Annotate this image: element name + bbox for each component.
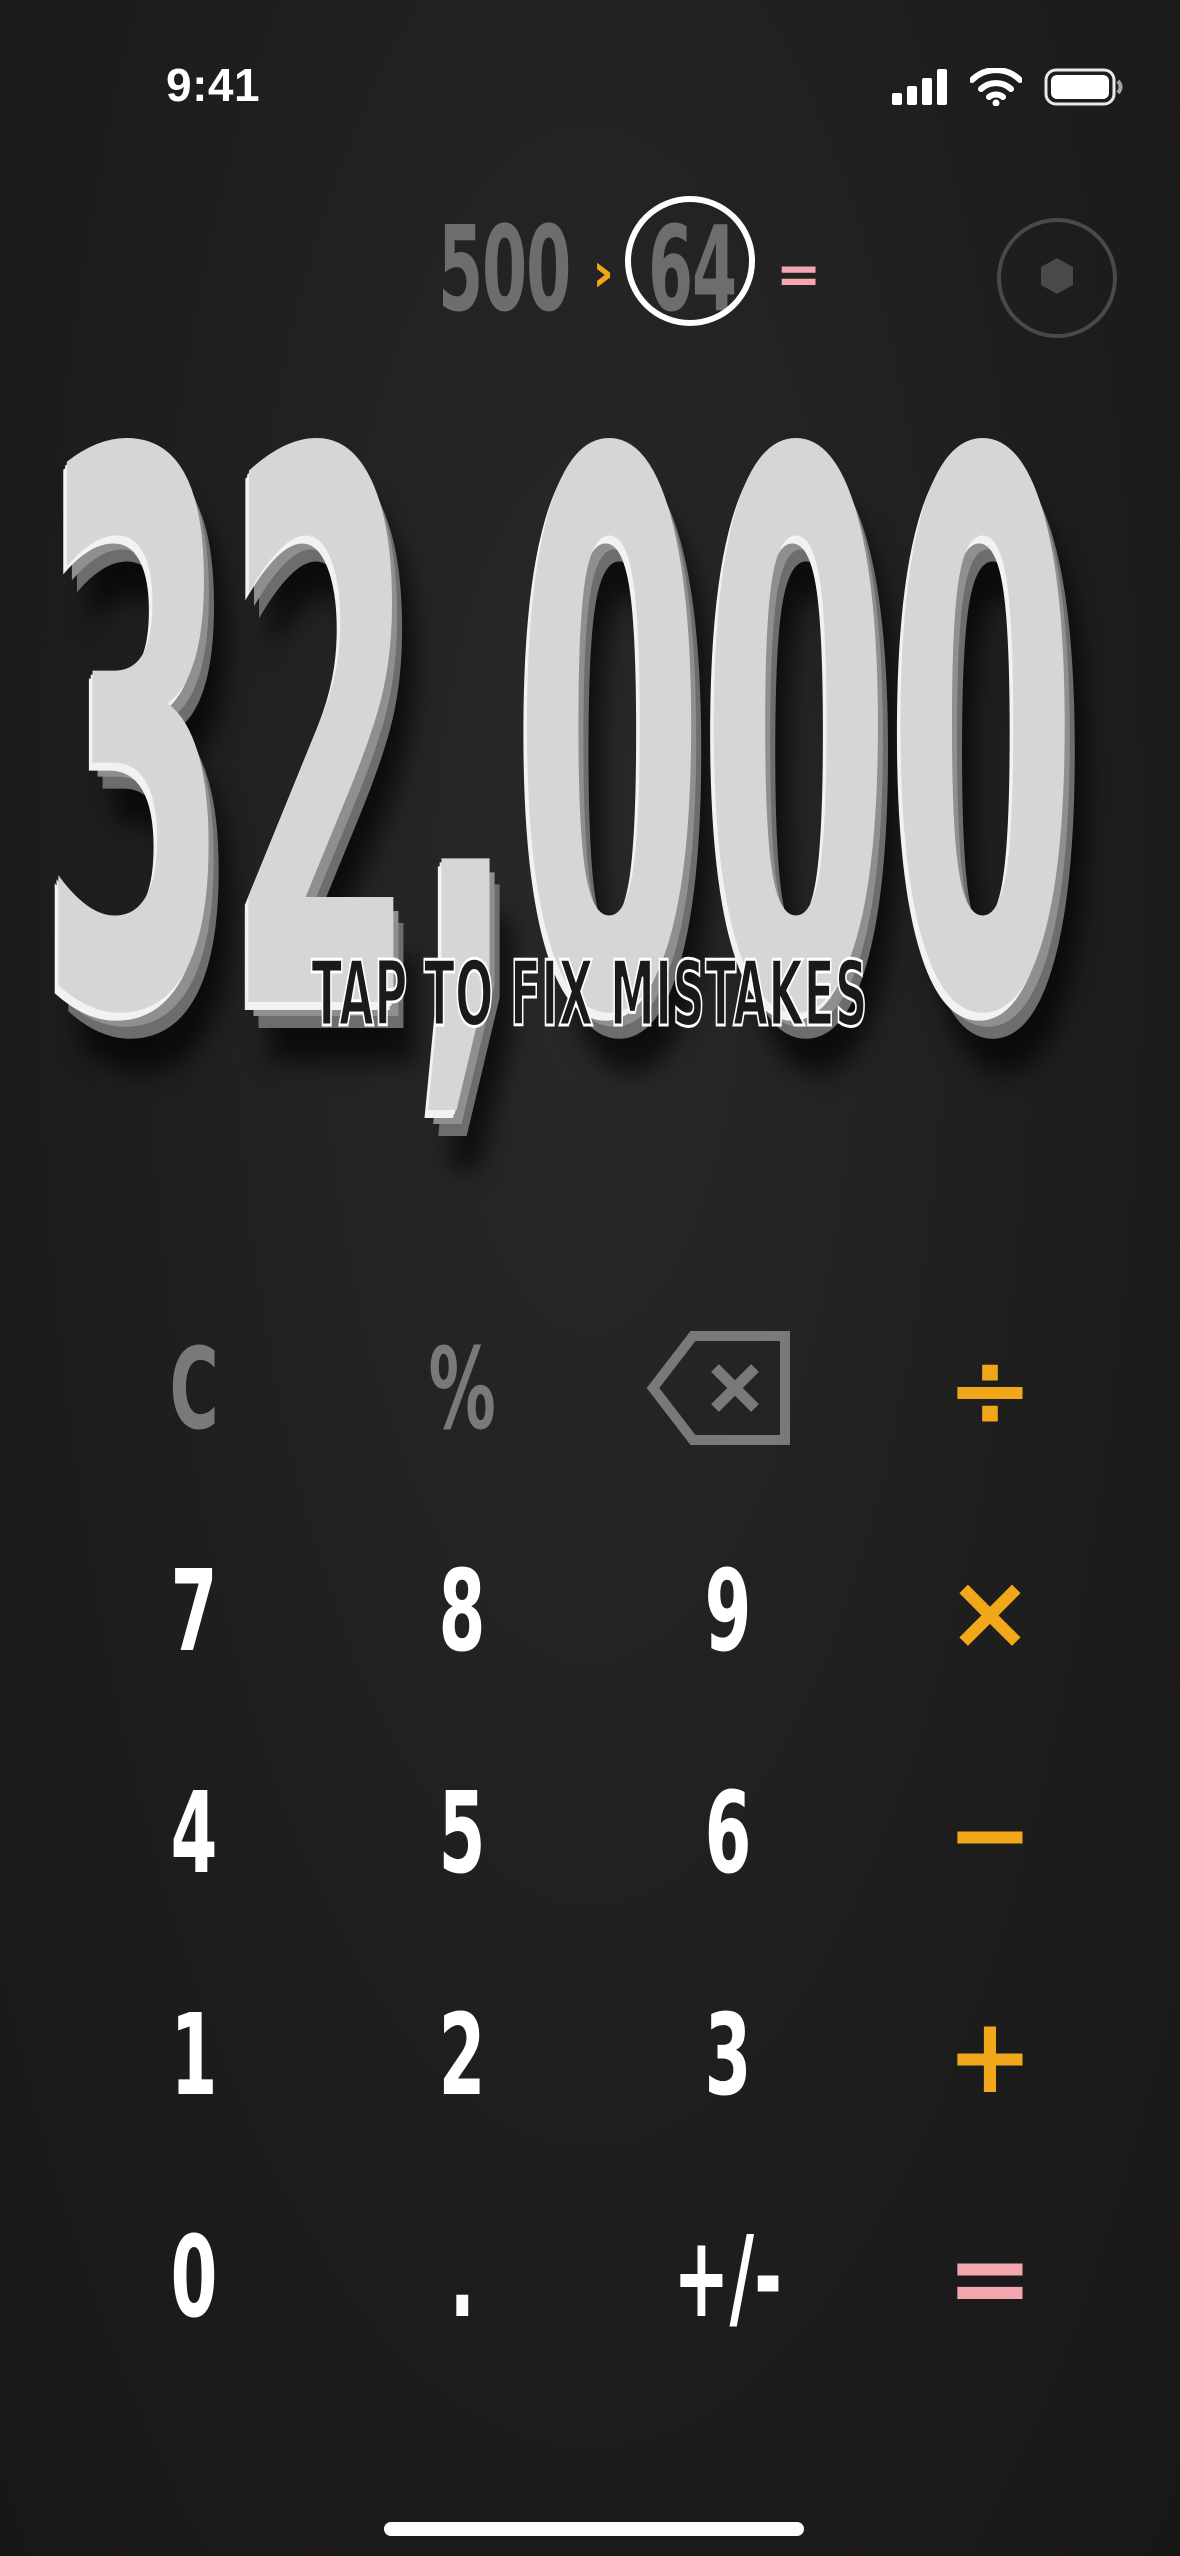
digit-0-button[interactable]: 0 <box>94 2188 294 2368</box>
digit-1-button[interactable]: 1 <box>94 1966 294 2146</box>
digit-7-button[interactable]: 7 <box>94 1522 294 1702</box>
digit-8-label: 8 <box>438 1547 486 1677</box>
battery-icon <box>1044 68 1124 110</box>
result-display[interactable]: 32,000 TAP TO FIX MISTAKES <box>0 360 1180 1140</box>
digit-5-label: 5 <box>438 1769 486 1899</box>
clear-button[interactable]: C <box>94 1300 294 1480</box>
digit-2-label: 2 <box>438 1991 486 2121</box>
digit-7-label: 7 <box>170 1547 218 1677</box>
multiply-label: × <box>946 1551 1034 1673</box>
subtract-label: − <box>946 1773 1034 1895</box>
tape-operator-2: = <box>776 243 822 306</box>
digit-8-button[interactable]: 8 <box>362 1522 562 1702</box>
divide-label: ÷ <box>946 1329 1034 1451</box>
tape-operator-1: › <box>592 241 615 304</box>
backspace-button[interactable] <box>620 1300 820 1480</box>
negate-label: +/- <box>673 2213 783 2343</box>
fix-mistakes-hint: TAP TO FIX MISTAKES <box>0 942 1180 1047</box>
negate-button[interactable]: +/- <box>628 2188 828 2368</box>
add-button[interactable]: + <box>890 1966 1090 2146</box>
subtract-button[interactable]: − <box>890 1744 1090 1924</box>
cellular-signal-icon <box>892 69 948 109</box>
digit-9-button[interactable]: 9 <box>628 1522 828 1702</box>
digit-3-button[interactable]: 3 <box>628 1966 828 2146</box>
digit-2-button[interactable]: 2 <box>362 1966 562 2146</box>
divide-button[interactable]: ÷ <box>890 1300 1090 1480</box>
equals-label: = <box>946 2217 1034 2339</box>
home-indicator[interactable] <box>384 2522 804 2536</box>
backspace-icon <box>645 1328 795 1452</box>
decimal-button[interactable]: . <box>362 2188 562 2368</box>
wifi-icon <box>969 67 1023 110</box>
equals-button[interactable]: = <box>890 2188 1090 2368</box>
digit-4-button[interactable]: 4 <box>94 1744 294 1924</box>
digit-5-button[interactable]: 5 <box>362 1744 562 1924</box>
fix-mistakes-hint-text: TAP TO FIX MISTAKES <box>311 942 869 1047</box>
multiply-button[interactable]: × <box>890 1522 1090 1702</box>
status-icons <box>892 67 1124 110</box>
status-bar: 9:41 <box>0 0 1180 180</box>
digit-9-label: 9 <box>704 1547 752 1677</box>
digit-4-label: 4 <box>170 1769 218 1899</box>
clear-label: C <box>169 1325 219 1455</box>
digit-1-label: 1 <box>170 1991 218 2121</box>
status-time: 9:41 <box>166 59 261 111</box>
digit-3-label: 3 <box>704 1991 752 2121</box>
digit-0-label: 0 <box>170 2213 218 2343</box>
digit-6-label: 6 <box>704 1769 752 1899</box>
add-label: + <box>946 1995 1034 2117</box>
percent-label: % <box>428 1325 496 1455</box>
digit-6-button[interactable]: 6 <box>628 1744 828 1924</box>
percent-button[interactable]: % <box>362 1300 562 1480</box>
decimal-label: . <box>449 2213 475 2343</box>
hexagon-icon <box>1035 254 1079 302</box>
